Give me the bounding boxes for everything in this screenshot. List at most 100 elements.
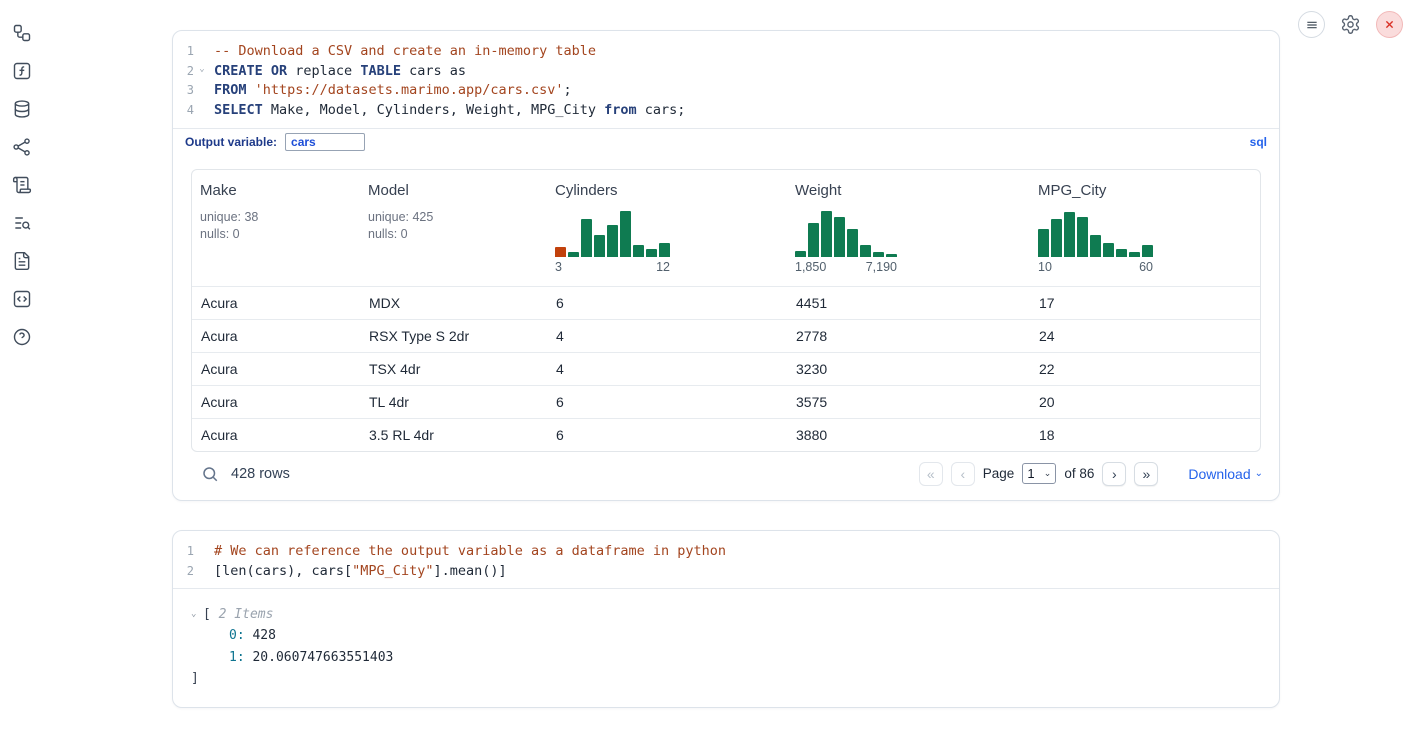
histogram-bar — [646, 249, 657, 257]
pagination: « ‹ Page 1 ⌄ of 86 › » Download ⌄ — [919, 462, 1263, 486]
table-cell: RSX Type S 2dr — [360, 328, 547, 344]
table-cell: Acura — [192, 295, 360, 311]
histogram-bar — [1116, 249, 1127, 257]
tree-root-line: ⌄[ 2 Items — [173, 603, 1279, 625]
settings-button[interactable] — [1337, 11, 1364, 38]
sql-comment: -- Download a CSV and create an in-memor… — [214, 43, 596, 59]
last-page-button[interactable]: » — [1134, 462, 1158, 486]
tree-entry-key: 1: — [229, 650, 245, 665]
database-icon[interactable] — [11, 98, 33, 120]
hist-min-label: 3 — [555, 260, 562, 274]
python-code-editor[interactable]: 1 # We can reference the output variable… — [173, 531, 1279, 588]
histogram-bar — [659, 243, 670, 257]
function-icon[interactable] — [11, 60, 33, 82]
chevron-double-left-icon: « — [927, 466, 935, 482]
table-row: Acura TL 4dr 6 3575 20 — [192, 385, 1260, 418]
page-number-select[interactable]: 1 ⌄ — [1022, 463, 1056, 484]
tree-close-line: ] — [173, 668, 1279, 690]
column-meta: unique: 425 — [368, 209, 541, 226]
histogram-bar — [1129, 252, 1140, 257]
chevron-left-icon: ‹ — [960, 466, 965, 482]
tree-entry-value: 20.060747663551403 — [245, 650, 394, 665]
column-header-model[interactable]: Model unique: 425nulls: 0 — [360, 170, 547, 286]
histogram-bar — [886, 254, 897, 257]
download-button[interactable]: Download ⌄ — [1188, 466, 1263, 482]
histogram-bar — [1077, 217, 1088, 257]
table-row: Acura MDX 6 4451 17 — [192, 286, 1260, 319]
python-cell: 1 # We can reference the output variable… — [172, 530, 1280, 708]
column-meta: nulls: 0 — [368, 226, 541, 243]
tree-entry-value: 428 — [245, 628, 276, 643]
line-number: 2 — [179, 64, 194, 78]
column-header-make[interactable]: Make unique: 38nulls: 0 — [192, 170, 360, 286]
sql-code-editor[interactable]: 1 -- Download a CSV and create an in-mem… — [173, 31, 1279, 128]
file-text-icon[interactable] — [11, 250, 33, 272]
weight-histogram[interactable] — [795, 205, 897, 257]
table-cell: 6 — [547, 295, 787, 311]
search-icon[interactable] — [201, 465, 219, 483]
table-cell: 20 — [1030, 394, 1260, 410]
table-cell: 4 — [547, 361, 787, 377]
output-variable-input[interactable] — [285, 133, 365, 151]
window-controls — [1298, 11, 1403, 38]
items-count-label: 2 Items — [211, 607, 274, 622]
histogram-bar — [795, 251, 806, 257]
hist-max-label: 12 — [656, 260, 670, 274]
histogram-bar — [1038, 229, 1049, 257]
table-cell: 18 — [1030, 427, 1260, 443]
histogram-bar — [581, 219, 592, 257]
histogram-bar — [555, 247, 566, 257]
table-row: Acura 3.5 RL 4dr 6 3880 18 — [192, 418, 1260, 451]
first-page-button[interactable]: « — [919, 462, 943, 486]
shutdown-button[interactable] — [1376, 11, 1403, 38]
table-cell: Acura — [192, 427, 360, 443]
dependency-graph-icon[interactable] — [11, 136, 33, 158]
hamburger-icon — [1304, 17, 1320, 33]
table-cell: 24 — [1030, 328, 1260, 344]
chevron-down-icon: ⌄ — [1255, 468, 1263, 479]
histogram-bar — [1090, 235, 1101, 257]
histogram-bar — [847, 229, 858, 257]
python-comment: # We can reference the output variable a… — [214, 543, 726, 559]
line-number: 1 — [179, 544, 194, 558]
chevron-double-right-icon: » — [1142, 466, 1150, 482]
histogram-bar — [568, 252, 579, 257]
url-string: 'https://datasets.marimo.app/cars.csv' — [255, 82, 564, 98]
file-tree-icon[interactable] — [11, 22, 33, 44]
fold-chevron-icon[interactable]: ⌄ — [194, 64, 210, 78]
cell-output-tree: ⌄[ 2 Items 0: 428 1: 20.060747663551403 … — [173, 588, 1279, 707]
column-header-mpg-city[interactable]: MPG_City 1060 — [1030, 170, 1260, 286]
mpg-city-histogram[interactable] — [1038, 205, 1153, 257]
help-icon[interactable] — [11, 326, 33, 348]
table-cell: TL 4dr — [360, 394, 547, 410]
code-line: 2 [len(cars), cars["MPG_City"].mean()] — [173, 561, 1279, 581]
logs-scroll-icon[interactable] — [11, 174, 33, 196]
histogram-bar — [808, 223, 819, 257]
table-cell: 3.5 RL 4dr — [360, 427, 547, 443]
table-row: Acura TSX 4dr 4 3230 22 — [192, 352, 1260, 385]
table-cell: 6 — [547, 394, 787, 410]
menu-button[interactable] — [1298, 11, 1325, 38]
prev-page-button[interactable]: ‹ — [951, 462, 975, 486]
list-search-icon[interactable] — [11, 212, 33, 234]
histogram-bar — [873, 252, 884, 257]
row-count: 428 rows — [231, 466, 290, 482]
table-cell: 3230 — [787, 361, 1030, 377]
tree-entry-key: 0: — [229, 628, 245, 643]
sql-cell: 1 -- Download a CSV and create an in-mem… — [172, 30, 1280, 501]
column-header-weight[interactable]: Weight 1,8507,190 — [787, 170, 1030, 286]
cylinders-histogram[interactable] — [555, 205, 670, 257]
collapse-chevron-icon[interactable]: ⌄ — [191, 609, 203, 619]
snippets-code-icon[interactable] — [11, 288, 33, 310]
histogram-bar — [860, 245, 871, 257]
hist-max-label: 60 — [1139, 260, 1153, 274]
column-meta: unique: 38 — [200, 209, 354, 226]
histogram-bar — [620, 211, 631, 257]
table-cell: 22 — [1030, 361, 1260, 377]
histogram-bar — [821, 211, 832, 257]
next-page-button[interactable]: › — [1102, 462, 1126, 486]
table-cell: Acura — [192, 394, 360, 410]
column-header-cylinders[interactable]: Cylinders 312 — [547, 170, 787, 286]
code-line: 1 -- Download a CSV and create an in-mem… — [173, 41, 1279, 61]
left-sidebar — [0, 0, 44, 729]
